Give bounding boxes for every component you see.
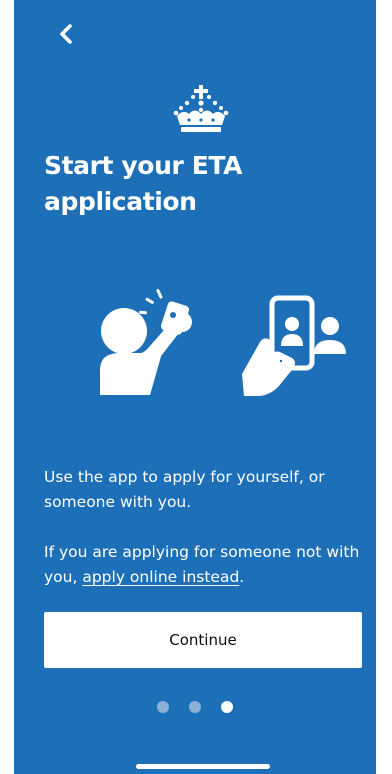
online-paragraph: If you are applying for someone not with…: [44, 540, 364, 590]
home-indicator: [136, 764, 270, 769]
crown-icon: [173, 85, 229, 132]
online-paragraph-suffix: .: [239, 568, 245, 586]
person-taking-selfie-icon: [100, 289, 192, 395]
pager-dot-2[interactable]: [189, 701, 201, 713]
page-title: Start your ETA application: [44, 151, 243, 216]
apply-online-link[interactable]: apply online instead: [82, 568, 239, 586]
onboarding-screen: Start your ETA application Use the app t…: [14, 0, 376, 774]
continue-button[interactable]: Continue: [44, 612, 362, 668]
phone-with-person-icon: [242, 295, 346, 396]
pager-dot-1[interactable]: [157, 701, 169, 713]
chevron-left-icon: [60, 24, 72, 44]
back-button[interactable]: [48, 16, 84, 52]
pager-dot-3-active[interactable]: [221, 701, 233, 713]
intro-paragraph: Use the app to apply for yourself, or so…: [44, 468, 325, 511]
pager-dots: [14, 701, 376, 713]
